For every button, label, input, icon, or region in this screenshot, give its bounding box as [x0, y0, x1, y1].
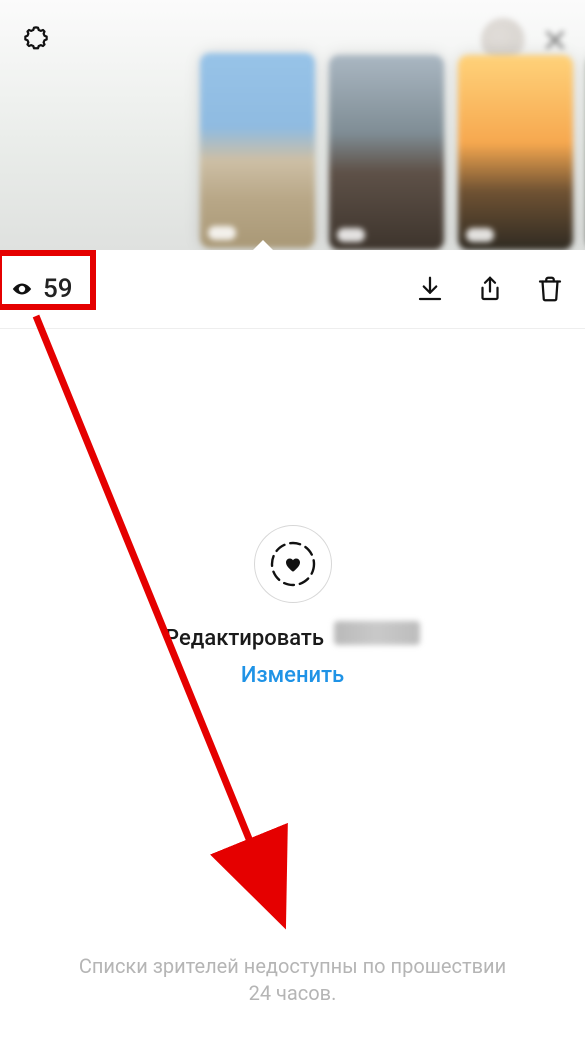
story-header: [0, 0, 585, 250]
share-button[interactable]: [473, 272, 507, 306]
footer-line-2: 24 часов.: [40, 980, 545, 1007]
story-thumb[interactable]: [458, 55, 573, 250]
eye-icon: [11, 278, 33, 300]
download-button[interactable]: [413, 272, 447, 306]
highlight-heart-icon: [270, 541, 316, 587]
highlight-title-row: Редактировать: [165, 621, 420, 651]
highlight-cover-button[interactable]: [254, 525, 332, 603]
change-link[interactable]: Изменить: [241, 663, 344, 688]
selected-indicator: [252, 240, 274, 250]
story-thumb[interactable]: [200, 53, 315, 248]
footer-note: Списки зрителей недоступны по прошествии…: [0, 953, 585, 1007]
edit-label: Редактировать: [165, 626, 324, 651]
share-icon: [475, 274, 505, 304]
story-toolbar: 59: [0, 250, 585, 328]
download-icon: [415, 274, 445, 304]
trash-icon: [535, 274, 565, 304]
views-count[interactable]: 59: [0, 266, 91, 312]
highlight-section: Редактировать Изменить: [0, 329, 585, 688]
highlight-name-blurred: [334, 621, 420, 645]
story-thumbnails: [0, 40, 585, 250]
toolbar-actions: [413, 272, 567, 306]
delete-button[interactable]: [533, 272, 567, 306]
story-thumb[interactable]: [329, 55, 444, 250]
views-number: 59: [43, 274, 73, 304]
footer-line-1: Списки зрителей недоступны по прошествии: [40, 953, 545, 980]
